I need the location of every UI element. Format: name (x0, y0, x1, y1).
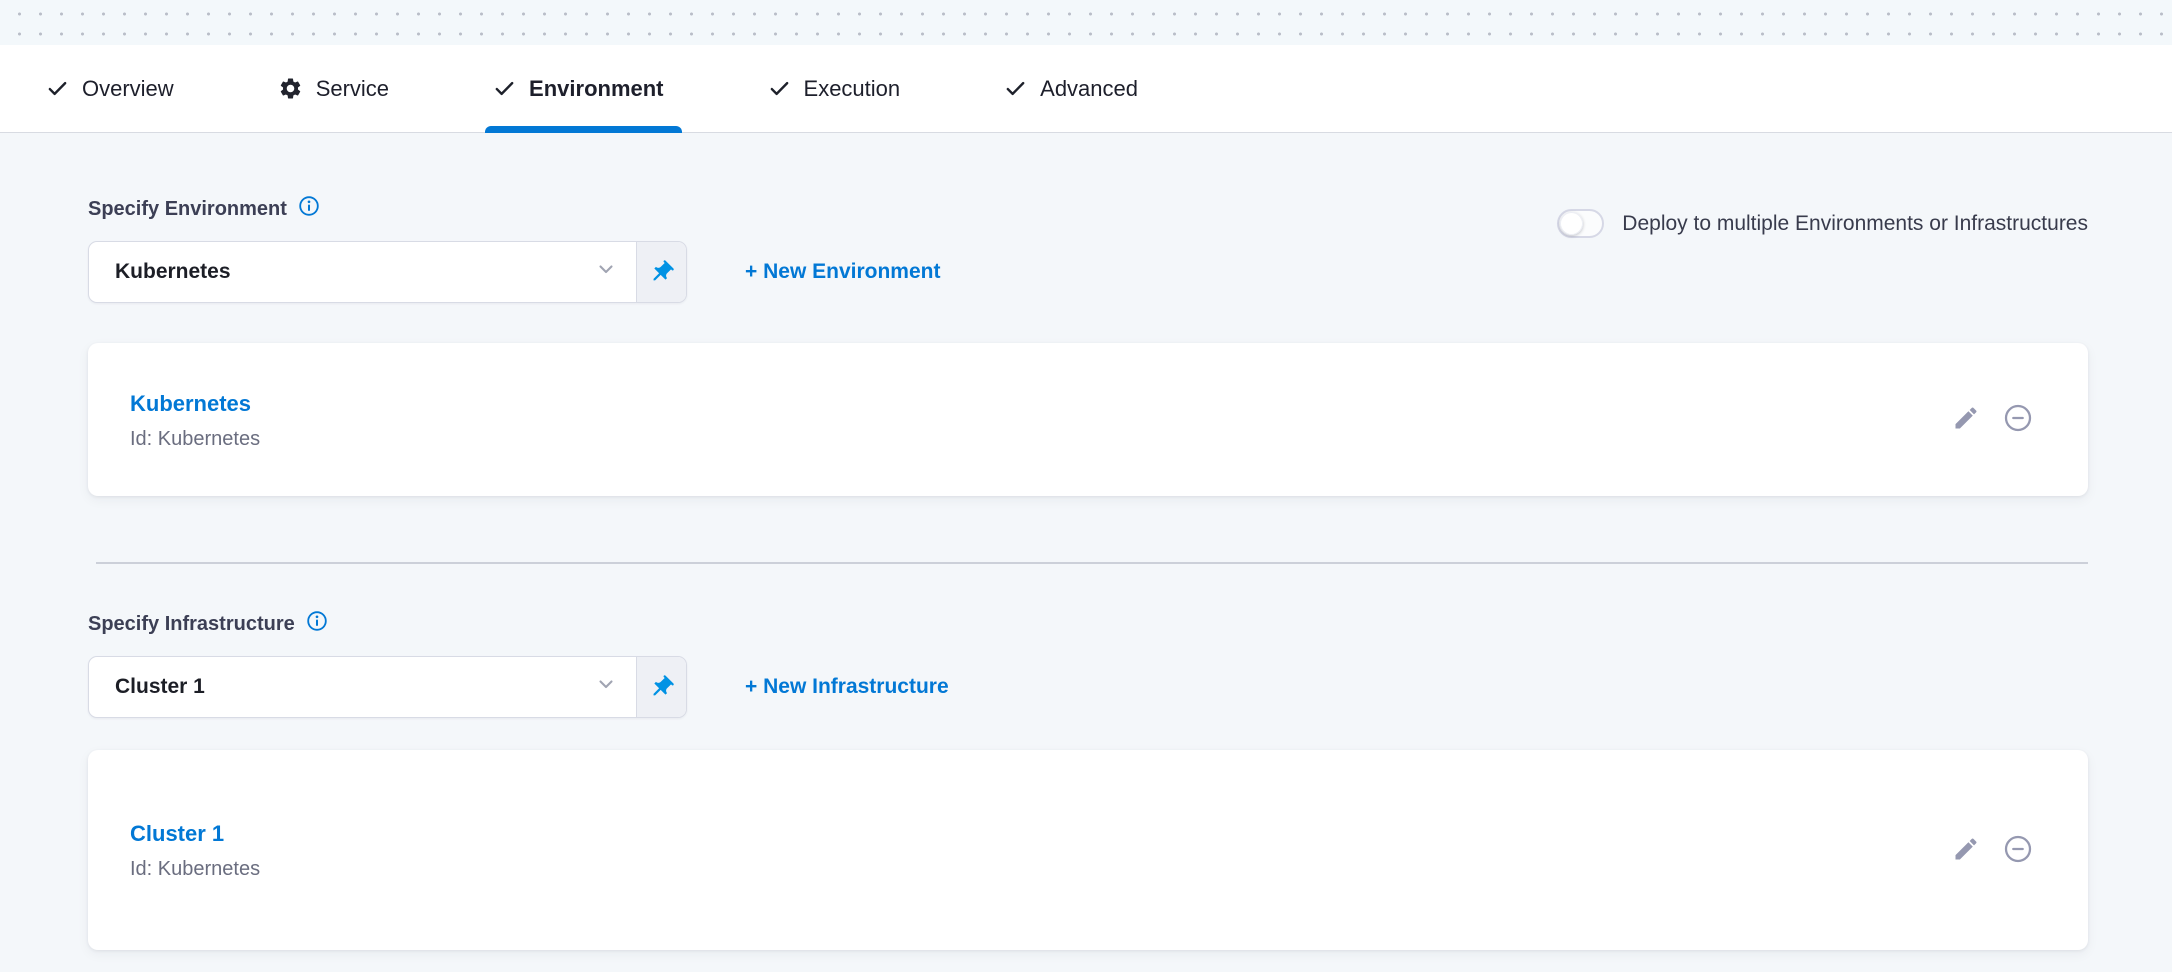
tab-environment[interactable]: Environment (493, 45, 663, 132)
gear-icon (278, 76, 303, 101)
infrastructure-select[interactable]: Cluster 1 (89, 657, 636, 717)
environment-select-value: Kubernetes (115, 260, 231, 284)
minus-circle-icon (2002, 833, 2034, 868)
tab-execution[interactable]: Execution (768, 45, 901, 132)
thumbtack-icon (642, 253, 680, 291)
tab-label: Execution (804, 76, 901, 102)
check-icon (768, 77, 791, 100)
info-icon[interactable] (298, 195, 320, 223)
pencil-icon (1952, 835, 1980, 866)
section-divider (96, 562, 2088, 564)
info-icon[interactable] (306, 610, 328, 638)
tab-label: Advanced (1040, 76, 1138, 102)
environment-pin-button[interactable] (636, 242, 686, 302)
new-environment-link[interactable]: + New Environment (745, 260, 940, 284)
infrastructure-card-actions (1952, 833, 2034, 868)
infrastructure-select-block: Specify Infrastructure Cluster 1 (88, 610, 2088, 718)
multi-env-toggle[interactable] (1557, 209, 1604, 238)
tab-overview[interactable]: Overview (46, 45, 174, 132)
check-icon (46, 77, 69, 100)
pencil-icon (1952, 404, 1980, 435)
infrastructure-card-id: Id: Kubernetes (130, 858, 260, 881)
edit-environment-button[interactable] (1952, 404, 1980, 435)
environment-tab-panel: Specify Environment Kubernetes (0, 195, 2172, 950)
environment-select-block: Specify Environment Kubernetes (88, 195, 940, 303)
remove-environment-button[interactable] (2002, 402, 2034, 437)
specify-infrastructure-label: Specify Infrastructure (88, 610, 2088, 638)
chevron-down-icon (594, 257, 618, 287)
tab-service[interactable]: Service (278, 45, 389, 132)
infrastructure-select-value: Cluster 1 (115, 675, 205, 699)
environment-card-id: Id: Kubernetes (130, 428, 260, 451)
toggle-knob (1560, 212, 1583, 235)
environment-card-info: Kubernetes Id: Kubernetes (130, 389, 260, 451)
remove-infrastructure-button[interactable] (2002, 833, 2034, 868)
stage-tabbar: Overview Service Environment Execution A… (0, 45, 2172, 133)
minus-circle-icon (2002, 402, 2034, 437)
tab-advanced[interactable]: Advanced (1004, 45, 1138, 132)
environment-card-actions (1952, 402, 2034, 437)
environment-select-group: Kubernetes (88, 241, 687, 303)
tab-label: Overview (82, 76, 174, 102)
chevron-down-icon (594, 672, 618, 702)
tab-label: Service (316, 76, 389, 102)
specify-environment-label-text: Specify Environment (88, 198, 287, 221)
infrastructure-select-group: Cluster 1 (88, 656, 687, 718)
check-icon (1004, 77, 1027, 100)
multi-env-toggle-label: Deploy to multiple Environments or Infra… (1622, 212, 2088, 236)
tab-label: Environment (529, 76, 663, 102)
multi-env-toggle-row: Deploy to multiple Environments or Infra… (1557, 209, 2088, 238)
thumbtack-icon (642, 668, 680, 706)
check-icon (493, 77, 516, 100)
environment-card-title-link[interactable]: Kubernetes (130, 389, 260, 419)
infrastructure-card-info: Cluster 1 Id: Kubernetes (130, 819, 260, 881)
pipeline-canvas-strip (0, 0, 2172, 45)
environment-select[interactable]: Kubernetes (89, 242, 636, 302)
new-infrastructure-link[interactable]: + New Infrastructure (745, 675, 949, 699)
environment-card: Kubernetes Id: Kubernetes (88, 343, 2088, 496)
infrastructure-card: Cluster 1 Id: Kubernetes (88, 750, 2088, 950)
specify-infrastructure-label-text: Specify Infrastructure (88, 613, 295, 636)
edit-infrastructure-button[interactable] (1952, 835, 1980, 866)
specify-environment-label: Specify Environment (88, 195, 940, 223)
infrastructure-pin-button[interactable] (636, 657, 686, 717)
infrastructure-card-title-link[interactable]: Cluster 1 (130, 819, 260, 849)
